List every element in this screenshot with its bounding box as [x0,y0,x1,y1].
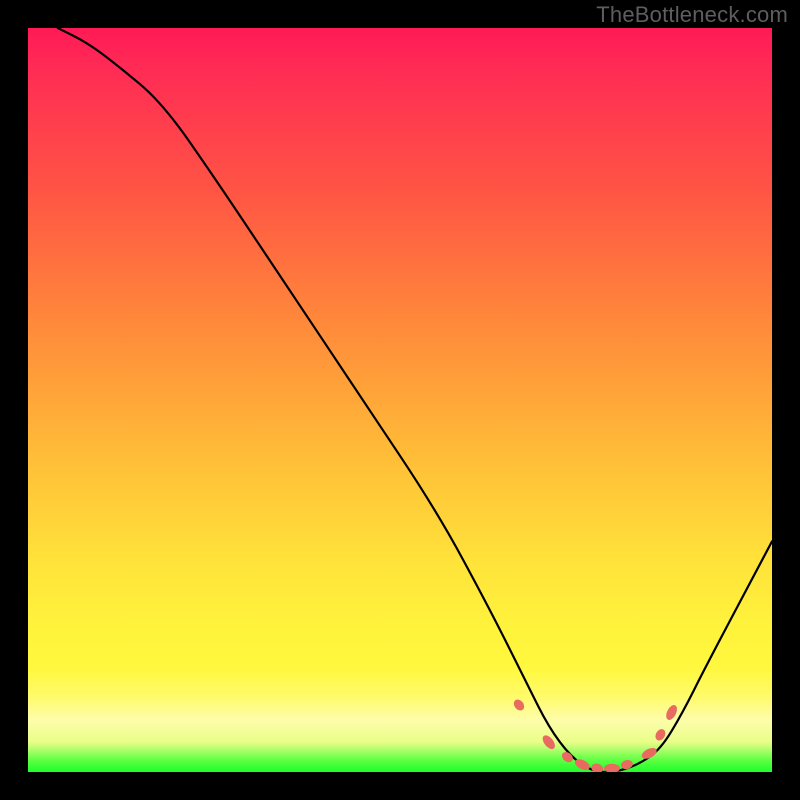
marker-point [604,764,620,772]
chart-svg-overlay [28,28,772,772]
marker-point [512,698,527,713]
watermark-text: TheBottleneck.com [596,2,788,28]
marker-point [640,746,658,761]
bottleneck-curve [58,28,772,772]
optimal-zone-markers [512,698,679,772]
marker-point [664,703,679,721]
